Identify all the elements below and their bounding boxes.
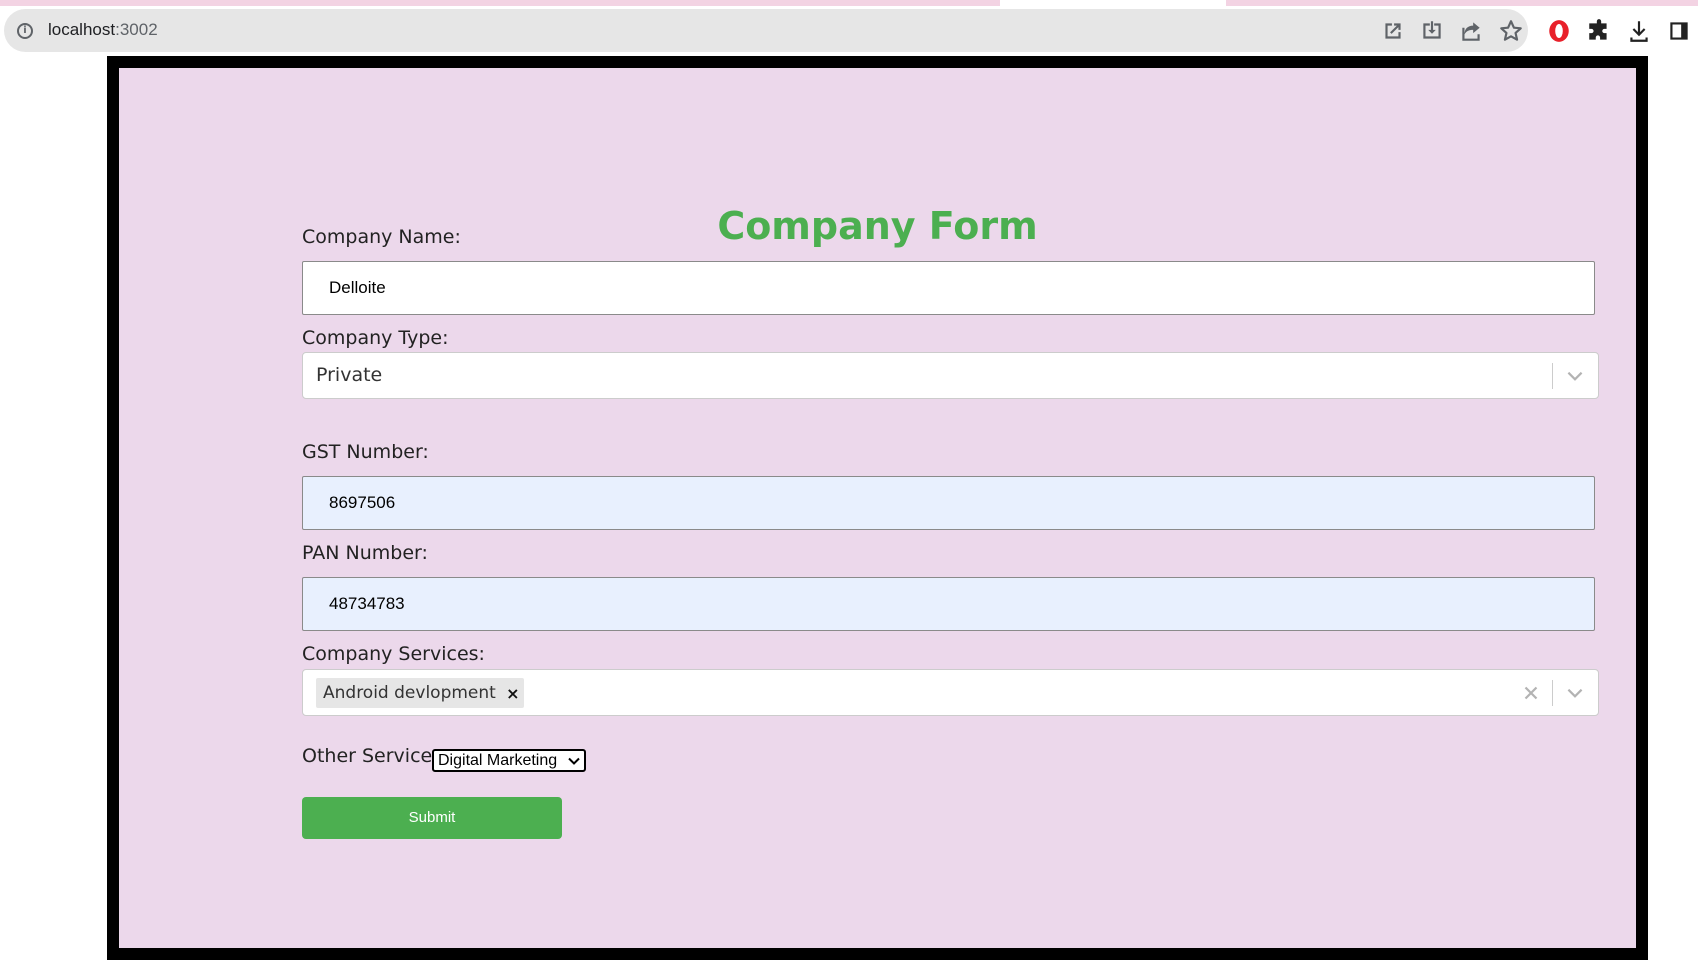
company-type-label: Company Type: xyxy=(302,327,449,349)
puzzle-icon[interactable] xyxy=(1586,18,1612,44)
gst-number-label: GST Number: xyxy=(302,441,429,463)
other-services-select[interactable]: Digital Marketing xyxy=(432,749,586,772)
service-tag: Android devlopment × xyxy=(316,678,524,708)
chevron-down-icon[interactable] xyxy=(1564,682,1586,704)
other-services-value: Digital Marketing xyxy=(438,752,558,769)
form-container: Company Form Company Name: Delloite Comp… xyxy=(119,68,1636,948)
company-type-select[interactable]: Private xyxy=(302,352,1599,399)
opera-icon[interactable] xyxy=(1546,18,1572,44)
pan-number-input[interactable]: 48734783 xyxy=(302,577,1595,631)
remove-tag-button[interactable]: × xyxy=(502,678,524,708)
share-icon[interactable] xyxy=(1458,18,1484,44)
open-in-new-icon[interactable] xyxy=(1380,18,1406,44)
select-separator xyxy=(1552,363,1553,389)
service-tag-label: Android devlopment xyxy=(323,683,496,703)
chevron-down-icon[interactable] xyxy=(1564,365,1586,387)
info-icon[interactable]: i xyxy=(17,23,33,39)
sidebar-icon[interactable] xyxy=(1666,18,1692,44)
other-services-label: Other Services: xyxy=(302,745,449,767)
company-type-value: Private xyxy=(316,364,383,386)
browser-toolbar: i localhost:3002 xyxy=(0,6,1698,54)
chevron-down-icon xyxy=(568,757,580,765)
submit-button[interactable]: Submit xyxy=(302,797,562,839)
company-services-label: Company Services: xyxy=(302,643,485,665)
download-icon[interactable] xyxy=(1626,18,1652,44)
url-text[interactable]: localhost:3002 xyxy=(48,20,158,40)
clear-icon[interactable] xyxy=(1520,682,1542,704)
company-name-label: Company Name: xyxy=(302,226,461,248)
address-bar[interactable]: i localhost:3002 xyxy=(4,9,1528,52)
company-name-input[interactable]: Delloite xyxy=(302,261,1595,315)
pan-number-label: PAN Number: xyxy=(302,542,428,564)
company-services-multiselect[interactable]: Android devlopment × xyxy=(302,669,1599,716)
star-icon[interactable] xyxy=(1498,18,1524,44)
url-host: localhost xyxy=(48,20,116,39)
url-port: :3002 xyxy=(115,20,158,39)
install-icon[interactable] xyxy=(1419,18,1445,44)
gst-number-input[interactable]: 8697506 xyxy=(302,476,1595,530)
select-separator xyxy=(1552,680,1553,706)
